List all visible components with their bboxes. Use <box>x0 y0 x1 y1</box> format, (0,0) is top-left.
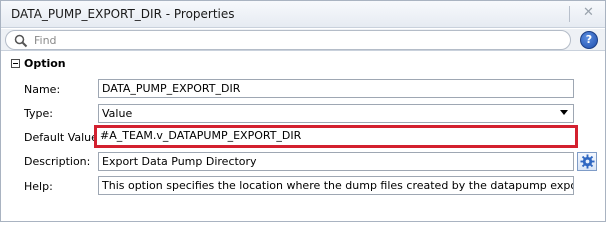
search-bar: Find ? <box>1 29 605 51</box>
type-value: Value <box>102 107 133 120</box>
title-divider <box>569 6 570 22</box>
help-label: Help: <box>24 180 53 193</box>
description-field[interactable]: Export Data Pump Directory <box>98 152 574 171</box>
properties-window: DATA_PUMP_EXPORT_DIR - Properties ✕ Find… <box>0 0 606 222</box>
description-edit-button[interactable] <box>577 152 597 171</box>
type-select[interactable]: Value <box>98 104 574 123</box>
window-title: DATA_PUMP_EXPORT_DIR - Properties <box>11 7 235 21</box>
help-button[interactable]: ? <box>580 31 598 49</box>
default-value-highlight <box>94 125 578 148</box>
option-section-header[interactable]: Option <box>1 55 605 73</box>
help-value: This option specifies the location where… <box>102 179 573 192</box>
chevron-down-icon[interactable] <box>560 110 568 115</box>
help-field[interactable]: This option specifies the location where… <box>98 176 574 195</box>
default-value-label: Default Value: <box>24 131 102 144</box>
title-bar: DATA_PUMP_EXPORT_DIR - Properties ✕ <box>1 1 605 28</box>
search-input[interactable]: Find <box>5 30 571 50</box>
name-label: Name: <box>24 83 61 96</box>
help-icon: ? <box>585 33 593 46</box>
gear-icon <box>580 154 595 169</box>
close-icon[interactable]: ✕ <box>583 5 594 20</box>
name-value: DATA_PUMP_EXPORT_DIR <box>102 82 241 95</box>
name-field[interactable]: DATA_PUMP_EXPORT_DIR <box>98 79 574 98</box>
search-placeholder: Find <box>34 34 57 47</box>
collapse-icon[interactable] <box>11 59 20 68</box>
section-title: Option <box>24 57 66 70</box>
description-label: Description: <box>24 155 91 168</box>
search-icon <box>14 34 28 48</box>
description-value: Export Data Pump Directory <box>102 155 257 168</box>
type-label: Type: <box>24 107 53 120</box>
